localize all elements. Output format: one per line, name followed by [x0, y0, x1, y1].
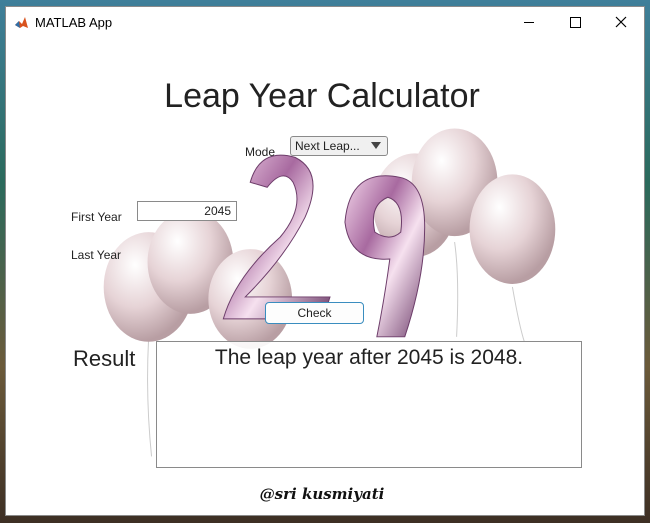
result-textarea[interactable]: The leap year after 2045 is 2048. — [156, 341, 582, 468]
app-content: Leap Year Calculator Mode Next Leap... F… — [6, 37, 644, 515]
mode-selected-value: Next Leap... — [295, 139, 360, 153]
result-text: The leap year after 2045 is 2048. — [214, 346, 524, 369]
author-signature: @sri kusmiyati — [259, 485, 385, 503]
dropdown-arrow-icon — [371, 142, 381, 149]
check-button[interactable]: Check — [265, 302, 364, 324]
matlab-logo-icon — [14, 15, 29, 30]
mode-dropdown[interactable]: Next Leap... — [290, 136, 388, 156]
first-year-label: First Year — [71, 210, 122, 224]
title-bar[interactable]: MATLAB App — [6, 7, 644, 37]
first-year-input[interactable]: 2045 — [137, 201, 237, 221]
window-title: MATLAB App — [35, 15, 113, 30]
minimize-button[interactable] — [506, 7, 552, 37]
result-label: Result — [73, 346, 136, 371]
page-title: Leap Year Calculator — [164, 77, 480, 115]
app-window: MATLAB App Leap Year Calculator Mode Nex… — [5, 6, 645, 516]
maximize-icon — [569, 16, 581, 28]
maximize-button[interactable] — [552, 7, 598, 37]
close-icon — [615, 16, 627, 28]
close-button[interactable] — [598, 7, 644, 37]
mode-label: Mode — [245, 145, 276, 159]
minimize-icon — [524, 21, 534, 23]
last-year-label: Last Year — [71, 248, 122, 262]
